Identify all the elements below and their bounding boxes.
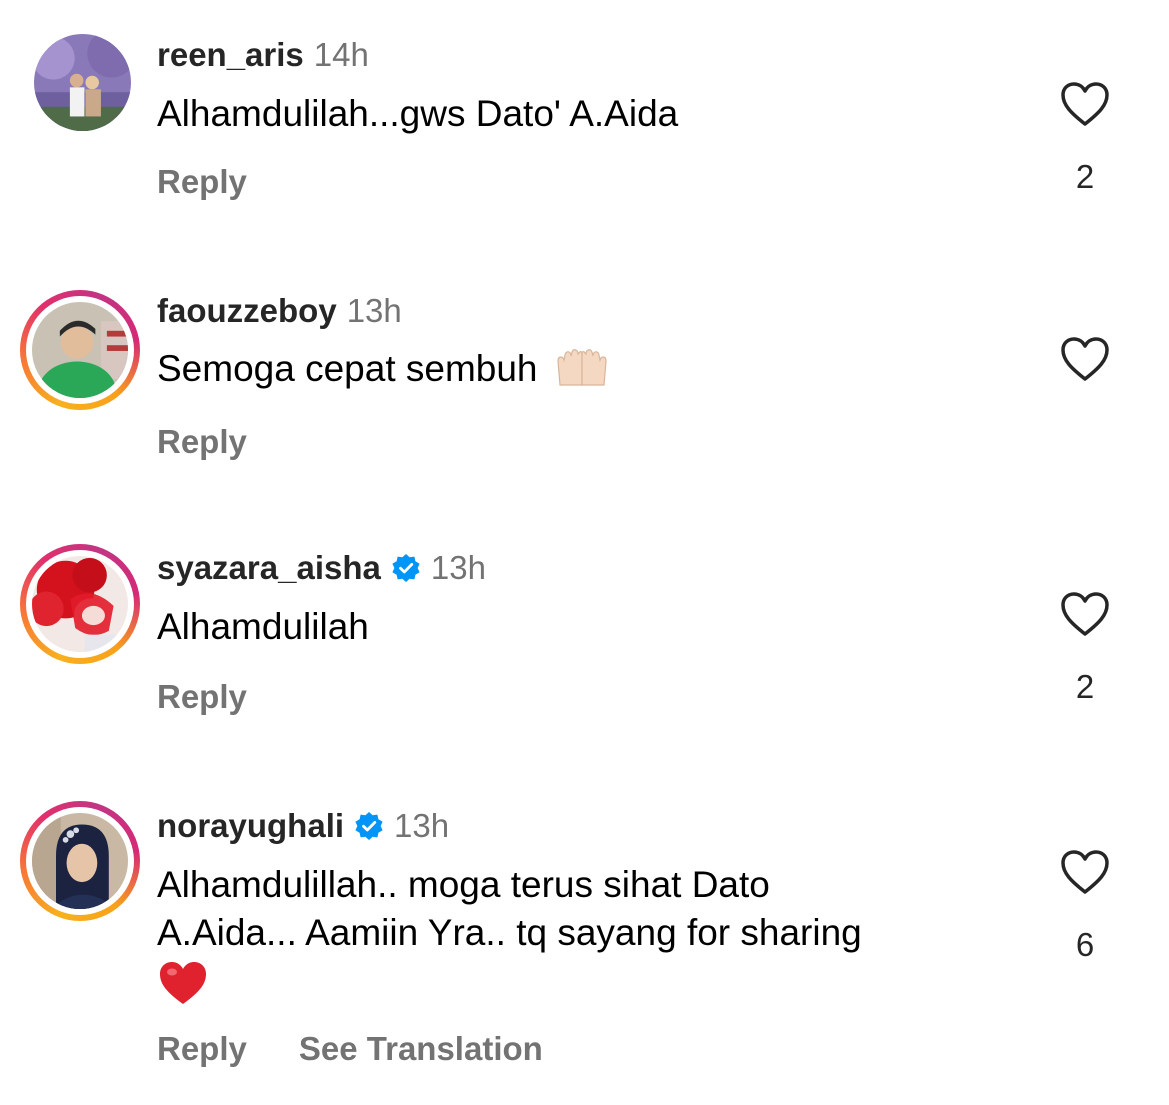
like-count: 6 bbox=[1075, 926, 1095, 963]
like-count: 2 bbox=[1075, 668, 1095, 705]
comment-username[interactable]: reen_aris bbox=[157, 36, 304, 74]
comment-username[interactable]: faouzzeboy bbox=[157, 292, 337, 330]
reply-button[interactable]: Reply bbox=[157, 423, 247, 461]
verified-badge-icon bbox=[391, 553, 421, 583]
comment-text: Semoga cepat sembuh bbox=[157, 345, 997, 393]
comment-username[interactable]: norayughali bbox=[157, 807, 344, 845]
see-translation-button[interactable]: See Translation bbox=[299, 1030, 543, 1068]
verified-badge-icon bbox=[354, 811, 384, 841]
like-button[interactable] bbox=[1059, 848, 1111, 896]
red-heart-emoji bbox=[157, 957, 997, 1011]
comment-text-line: Alhamdulillah.. moga terus sihat Dato bbox=[157, 864, 770, 905]
comment-time: 14h bbox=[313, 36, 369, 73]
comment-text-line: Semoga cepat sembuh bbox=[157, 348, 538, 389]
comment-text: Alhamdulilah...gws Dato' A.Aida bbox=[157, 90, 997, 138]
avatar-image bbox=[32, 556, 128, 652]
comment-time: 13h bbox=[394, 807, 450, 844]
heart-outline-icon bbox=[1061, 850, 1109, 894]
avatar[interactable] bbox=[20, 801, 140, 921]
reply-button[interactable]: Reply bbox=[157, 163, 247, 201]
comment-text-line: A.Aida... Aamiin Yra.. tq sayang for sha… bbox=[157, 912, 862, 953]
like-button[interactable] bbox=[1059, 80, 1111, 128]
comment-time: 13h bbox=[346, 292, 402, 329]
avatar-image bbox=[32, 813, 128, 909]
reply-button[interactable]: Reply bbox=[157, 1030, 247, 1068]
reply-button[interactable]: Reply bbox=[157, 678, 247, 716]
avatar[interactable] bbox=[20, 290, 140, 410]
avatar-image bbox=[34, 34, 131, 131]
comment-username[interactable]: syazara_aisha bbox=[157, 549, 381, 587]
like-button[interactable] bbox=[1059, 590, 1111, 638]
avatar[interactable] bbox=[20, 20, 140, 140]
avatar-image bbox=[32, 302, 128, 398]
like-button[interactable] bbox=[1059, 335, 1111, 383]
heart-outline-icon bbox=[1061, 337, 1109, 381]
comment-text: Alhamdulillah.. moga terus sihat Dato A.… bbox=[157, 861, 997, 1011]
heart-outline-icon bbox=[1061, 82, 1109, 126]
heart-outline-icon bbox=[1061, 592, 1109, 636]
raised-hands-emoji bbox=[554, 345, 610, 391]
comment-text-line: Alhamdulilah...gws Dato' A.Aida bbox=[157, 93, 679, 134]
like-count: 2 bbox=[1075, 158, 1095, 195]
comment-text: Alhamdulilah bbox=[157, 603, 997, 651]
avatar[interactable] bbox=[20, 544, 140, 664]
comment-time: 13h bbox=[430, 549, 486, 586]
comment-text-line: Alhamdulilah bbox=[157, 606, 369, 647]
